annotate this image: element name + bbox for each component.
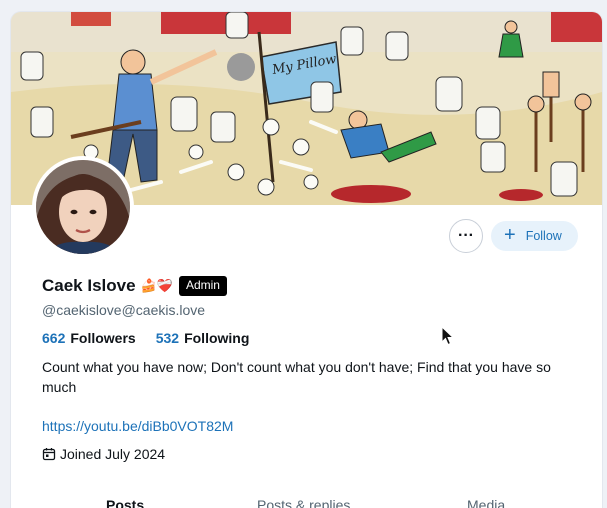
profile-bio: Count what you have now; Don't count wha… bbox=[42, 359, 551, 395]
following-count: 532 bbox=[155, 330, 180, 346]
plus-icon: + bbox=[504, 224, 516, 246]
more-options-button[interactable]: ··· bbox=[449, 219, 483, 253]
followers-link[interactable]: 662 Followers bbox=[42, 330, 136, 346]
follow-stats: 662 Followers 532 Following bbox=[42, 330, 249, 346]
followers-count: 662 bbox=[42, 330, 66, 346]
profile-avatar[interactable] bbox=[32, 156, 134, 258]
calendar-icon bbox=[42, 448, 56, 461]
stats-spacer bbox=[141, 330, 151, 346]
follow-button[interactable]: + Follow bbox=[491, 221, 578, 251]
tab-media[interactable]: Media bbox=[467, 497, 505, 508]
profile-card: My Pillow ··· + Follow Caek Islove 🍰❤️‍🩹… bbox=[11, 12, 602, 508]
more-icon: ··· bbox=[458, 227, 474, 244]
following-label: Following bbox=[184, 330, 250, 346]
profile-handle: @caekislove@caekis.love bbox=[42, 302, 206, 318]
joined-date: Joined July 2024 bbox=[42, 446, 165, 462]
following-link[interactable]: 532 Following bbox=[156, 330, 250, 346]
name-emojis: 🍰❤️‍🩹 bbox=[140, 278, 173, 293]
tab-posts[interactable]: Posts bbox=[106, 497, 144, 508]
tab-posts-replies[interactable]: Posts & replies bbox=[257, 497, 350, 508]
followers-label: Followers bbox=[70, 330, 136, 346]
profile-name-row: Caek Islove 🍰❤️‍🩹 Admin bbox=[42, 276, 227, 296]
display-name: Caek Islove bbox=[42, 276, 136, 295]
profile-tabs: Posts Posts & replies Media bbox=[11, 494, 602, 508]
profile-link[interactable]: https://youtu.be/diBb0VOT82M bbox=[42, 418, 233, 434]
mouse-cursor-icon bbox=[441, 326, 455, 346]
admin-badge: Admin bbox=[178, 276, 227, 296]
follow-button-label: Follow bbox=[525, 229, 562, 243]
joined-text: Joined July 2024 bbox=[60, 446, 166, 462]
